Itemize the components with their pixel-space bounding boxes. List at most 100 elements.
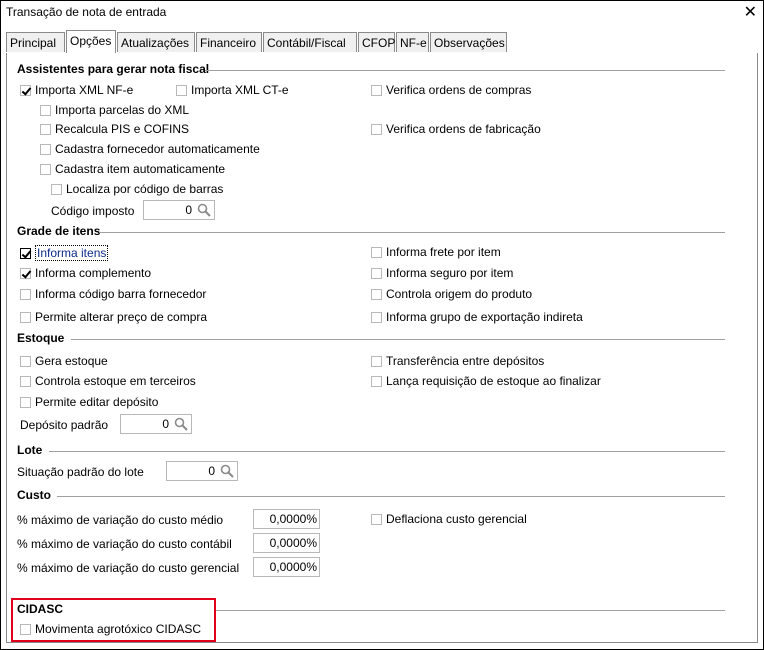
checkbox-box: [20, 267, 31, 279]
cadastra-fornecedor-checkbox[interactable]: Cadastra fornecedor automaticamente: [40, 142, 260, 156]
cadastra-item-checkbox[interactable]: Cadastra item automaticamente: [40, 162, 225, 176]
section-title-lote: Lote: [17, 443, 43, 457]
importa-xml-nfe-checkbox[interactable]: Importa XML NF-e: [20, 83, 133, 97]
controla-estoque-terceiros-checkbox[interactable]: Controla estoque em terceiros: [20, 374, 196, 388]
informa-seguro-checkbox[interactable]: Informa seguro por item: [371, 266, 513, 280]
transferencia-depositos-checkbox[interactable]: Transferência entre depósitos: [371, 354, 544, 368]
deposito-padrao-label: Depósito padrão: [20, 418, 109, 432]
checkbox-box: [20, 311, 31, 323]
tab-atualizacoes[interactable]: Atualizações: [117, 32, 195, 52]
checkbox-label: Informa frete por item: [386, 245, 501, 259]
checkbox-box: [371, 84, 382, 96]
checkbox-box: [371, 288, 382, 300]
codigo-imposto-input[interactable]: 0: [143, 200, 215, 220]
deflaciona-custo-checkbox[interactable]: Deflaciona custo gerencial: [371, 512, 527, 526]
informa-codigo-barra-checkbox[interactable]: Informa código barra fornecedor: [20, 287, 206, 301]
recalcula-pis-cofins-checkbox[interactable]: Recalcula PIS e COFINS: [40, 122, 189, 136]
tab-financeiro[interactable]: Financeiro: [196, 32, 262, 52]
gera-estoque-checkbox[interactable]: Gera estoque: [20, 354, 108, 368]
checkbox-label: Localiza por código de barras: [66, 182, 224, 196]
divider: [99, 232, 725, 233]
checkbox-box: [51, 183, 62, 195]
search-icon[interactable]: [197, 203, 211, 217]
input-value: 0: [162, 417, 169, 431]
checkbox-label: Permite alterar preço de compra: [35, 310, 208, 324]
checkbox-box: [40, 163, 51, 175]
checkbox-box: [20, 355, 31, 367]
permite-alterar-preco-checkbox[interactable]: Permite alterar preço de compra: [20, 310, 207, 324]
divider: [71, 339, 725, 340]
checkbox-label: Informa grupo de exportação indireta: [386, 310, 583, 324]
checkbox-box: [371, 246, 382, 258]
tab-nfe[interactable]: NF-e: [396, 32, 429, 52]
tab-contabil-fiscal[interactable]: Contábil/Fiscal: [263, 32, 357, 52]
checkbox-label: Verifica ordens de compras: [386, 83, 532, 97]
localiza-codigo-barras-checkbox[interactable]: Localiza por código de barras: [51, 182, 223, 196]
checkbox-label: Informa seguro por item: [386, 266, 514, 280]
checkbox-box: [20, 375, 31, 387]
close-icon[interactable]: ✕: [744, 2, 757, 22]
section-title-assistentes: Assistentes para gerar nota fiscal: [17, 62, 210, 76]
situacao-lote-input[interactable]: 0: [166, 461, 238, 481]
tab-opcoes[interactable]: Opções: [66, 30, 116, 53]
custo-medio-input[interactable]: 0,0000%: [253, 509, 320, 529]
checkbox-box: [371, 267, 382, 279]
tab-cfop[interactable]: CFOP: [358, 32, 395, 52]
checkbox-box: [20, 396, 31, 408]
checkbox-label: Transferência entre depósitos: [386, 354, 545, 368]
checkbox-box: [20, 84, 31, 96]
search-icon[interactable]: [174, 417, 188, 431]
input-value: 0: [185, 203, 192, 217]
checkbox-label: Importa parcelas do XML: [55, 103, 190, 117]
checkbox-label: Recalcula PIS e COFINS: [55, 122, 190, 136]
codigo-imposto-label: Código imposto: [51, 204, 135, 218]
controla-origem-checkbox[interactable]: Controla origem do produto: [371, 287, 532, 301]
informa-grupo-exportacao-checkbox[interactable]: Informa grupo de exportação indireta: [371, 310, 583, 324]
permite-editar-deposito-checkbox[interactable]: Permite editar depósito: [20, 395, 158, 409]
custo-contabil-input[interactable]: 0,0000%: [253, 533, 320, 553]
checkbox-box: [20, 288, 31, 300]
checkbox-label: Informa código barra fornecedor: [35, 287, 207, 301]
checkbox-box: [40, 123, 51, 135]
divider: [205, 70, 725, 71]
verifica-ordens-compras-checkbox[interactable]: Verifica ordens de compras: [371, 83, 531, 97]
section-title-estoque: Estoque: [17, 331, 65, 345]
checkbox-box: [371, 513, 382, 525]
section-title-custo: Custo: [17, 488, 51, 502]
custo-gerencial-input[interactable]: 0,0000%: [253, 557, 320, 577]
lanca-requisicao-checkbox[interactable]: Lança requisição de estoque ao finalizar: [371, 374, 601, 388]
verifica-ordens-fabricacao-checkbox[interactable]: Verifica ordens de fabricação: [371, 122, 541, 136]
checkbox-label: Permite editar depósito: [35, 395, 159, 409]
deposito-padrao-input[interactable]: 0: [120, 414, 192, 434]
checkbox-box: [371, 355, 382, 367]
checkbox-box: [176, 84, 187, 96]
checkbox-label: Verifica ordens de fabricação: [386, 122, 541, 136]
divider: [57, 496, 725, 497]
tab-observacoes[interactable]: Observações: [430, 32, 507, 52]
situacao-lote-label: Situação padrão do lote: [17, 465, 144, 479]
importa-parcelas-checkbox[interactable]: Importa parcelas do XML: [40, 103, 189, 117]
informa-itens-checkbox[interactable]: Informa itens: [20, 245, 109, 261]
checkbox-label: Informa itens: [35, 245, 109, 261]
input-value: 0: [208, 464, 215, 478]
tab-principal[interactable]: Principal: [6, 32, 65, 52]
checkbox-box: [40, 104, 51, 116]
window-title: Transação de nota de entrada: [6, 5, 167, 19]
checkbox-box: [371, 311, 382, 323]
checkbox-label: Cadastra item automaticamente: [55, 162, 226, 176]
dialog-window: Transação de nota de entrada ✕ Principal…: [0, 0, 764, 650]
divider: [215, 610, 725, 611]
highlight-box: [11, 598, 216, 642]
checkbox-label: Importa XML NF-e: [35, 83, 134, 97]
informa-frete-checkbox[interactable]: Informa frete por item: [371, 245, 501, 259]
search-icon[interactable]: [220, 464, 234, 478]
custo-medio-label: % máximo de variação do custo médio: [17, 513, 224, 527]
checkbox-label: Controla origem do produto: [386, 287, 533, 301]
checkbox-label: Lança requisição de estoque ao finalizar: [386, 374, 601, 388]
checkbox-label: Deflaciona custo gerencial: [386, 512, 527, 526]
checkbox-label: Importa XML CT-e: [191, 83, 289, 97]
checkbox-label: Cadastra fornecedor automaticamente: [55, 142, 260, 156]
informa-complemento-checkbox[interactable]: Informa complemento: [20, 266, 151, 280]
checkbox-box: [371, 123, 382, 135]
importa-xml-cte-checkbox[interactable]: Importa XML CT-e: [176, 83, 289, 97]
